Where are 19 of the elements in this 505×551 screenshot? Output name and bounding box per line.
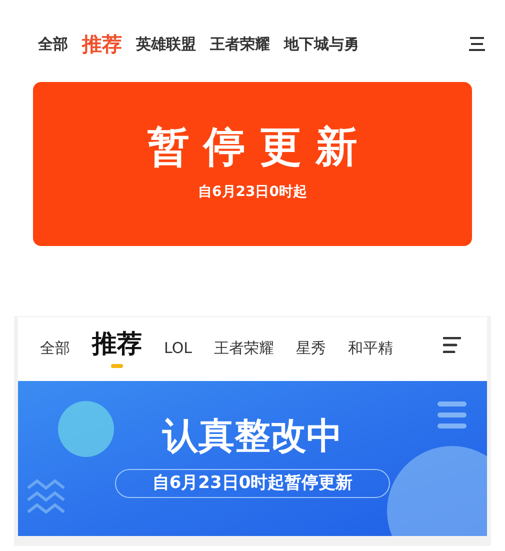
category-tab[interactable]: 地下城与勇 — [284, 32, 359, 56]
banner-title: 认真整改中 — [162, 418, 342, 455]
category-tab[interactable]: 王者荣耀 — [214, 333, 274, 363]
category-tab[interactable]: 和平精 — [348, 333, 393, 363]
active-indicator — [111, 364, 123, 368]
stripes-icon — [437, 401, 467, 429]
category-tab[interactable]: LOL — [164, 333, 192, 363]
banner-subtitle: 自6月23日0时起 — [198, 182, 307, 202]
category-tab[interactable]: 英雄联盟 — [136, 32, 196, 56]
category-tab[interactable]: 王者荣耀 — [210, 32, 270, 56]
category-tab[interactable]: 推荐 — [82, 29, 122, 59]
menu-icon[interactable] — [469, 37, 485, 51]
category-tab[interactable]: 推荐 — [92, 329, 142, 359]
banner-title: 暂停更新 — [146, 126, 372, 168]
category-tab[interactable]: 全部 — [40, 333, 70, 363]
category-tab[interactable]: 全部 — [38, 32, 68, 56]
banner-subtitle: 自6月23日0时起暂停更新 — [115, 468, 390, 498]
category-tab[interactable]: 星秀 — [296, 333, 326, 363]
menu-icon[interactable] — [443, 337, 461, 353]
